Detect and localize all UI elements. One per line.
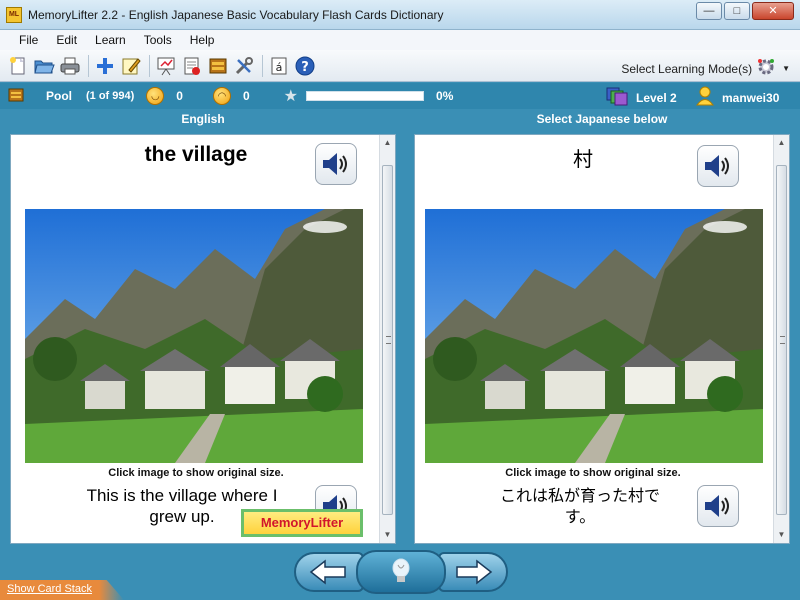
previous-card-button[interactable] xyxy=(294,552,364,592)
answer-card: 村 Click image to show original size. これは… xyxy=(414,134,790,544)
card-box-icon[interactable] xyxy=(206,54,230,78)
question-column-header: English xyxy=(181,112,225,126)
star-icon: ★ xyxy=(283,88,299,105)
menu-bar: File Edit Learn Tools Help xyxy=(0,30,800,50)
level-indicator: Level 2 xyxy=(606,86,677,109)
question-scrollbar[interactable]: ▲ ▼ xyxy=(379,135,395,543)
add-card-icon[interactable] xyxy=(93,54,117,78)
window-titlebar: ML MemoryLifter 2.2 - English Japanese B… xyxy=(0,0,800,30)
speaker-icon xyxy=(705,495,729,517)
menu-learn[interactable]: Learn xyxy=(86,33,135,47)
play-answer-audio-button[interactable] xyxy=(697,145,739,187)
arrow-left-icon xyxy=(309,559,346,585)
maximize-button[interactable]: □ xyxy=(724,2,750,20)
menu-edit[interactable]: Edit xyxy=(47,33,86,47)
toolbar-separator xyxy=(88,54,89,77)
new-document-icon[interactable] xyxy=(6,54,30,78)
hint-button[interactable] xyxy=(356,550,446,594)
close-button[interactable]: ✕ xyxy=(752,2,794,20)
arrow-right-icon xyxy=(456,559,493,585)
scroll-thumb[interactable] xyxy=(776,165,787,515)
level-label: Level 2 xyxy=(636,90,677,105)
play-word-audio-button[interactable] xyxy=(315,143,357,185)
toolbar-separator xyxy=(262,54,263,77)
happy-face-icon: ◡ xyxy=(146,87,165,105)
learning-mode-selector[interactable]: Select Learning Mode(s) ▼ xyxy=(621,57,790,80)
menu-tools[interactable]: Tools xyxy=(135,33,181,47)
wrong-count: 0 xyxy=(242,89,250,103)
username: manwei30 xyxy=(722,90,780,105)
next-card-button[interactable] xyxy=(438,552,508,592)
image-hint: Click image to show original size. xyxy=(108,467,284,479)
learning-mode-label: Select Learning Mode(s) xyxy=(621,61,753,76)
toolbar: á ? Select Learning Mode(s) ▼ xyxy=(0,50,800,82)
pool-indicator[interactable]: Pool (1 of 994) xyxy=(8,87,134,106)
play-answer-sentence-audio-button[interactable] xyxy=(697,485,739,527)
user-indicator: manwei30 xyxy=(696,86,779,109)
lightbulb-icon xyxy=(392,558,410,582)
gear-icon xyxy=(756,57,778,80)
svg-text:á: á xyxy=(276,61,283,74)
correct-count: 0 xyxy=(176,89,183,103)
progress-bar xyxy=(306,91,425,101)
show-card-stack-link[interactable]: Show Card Stack xyxy=(7,583,92,595)
settings-tools-icon[interactable] xyxy=(232,54,256,78)
question-image[interactable] xyxy=(25,209,363,463)
special-character-icon[interactable]: á xyxy=(267,54,291,78)
pool-count: (1 of 994) xyxy=(86,90,135,102)
svg-text:?: ? xyxy=(301,60,309,75)
edit-cards-icon[interactable] xyxy=(119,54,143,78)
navigation-bar xyxy=(0,548,800,600)
question-card: the village Click image to show original… xyxy=(10,134,396,544)
statistics-icon[interactable] xyxy=(180,54,204,78)
sad-face-icon: ◠ xyxy=(212,87,231,105)
image-hint: Click image to show original size. xyxy=(505,467,681,479)
user-icon xyxy=(696,86,714,109)
status-bar: Pool (1 of 994) ◡ 0 ◠ 0 ★ 0% Level 2 man… xyxy=(0,83,800,109)
example-sentence: これは私が育った村です。 xyxy=(499,486,660,526)
answer-scrollbar[interactable]: ▲ ▼ xyxy=(773,135,789,543)
answer-column-header: Select Japanese below xyxy=(536,112,668,126)
presentation-icon[interactable] xyxy=(154,54,178,78)
chevron-down-icon: ▼ xyxy=(782,64,790,73)
menu-help[interactable]: Help xyxy=(181,33,224,47)
open-folder-icon[interactable] xyxy=(32,54,56,78)
card-box-icon xyxy=(8,87,24,106)
print-icon[interactable] xyxy=(58,54,82,78)
window-title: MemoryLifter 2.2 - English Japanese Basi… xyxy=(28,8,444,22)
pool-label: Pool xyxy=(46,89,72,103)
menu-file[interactable]: File xyxy=(10,33,47,47)
answer-image[interactable] xyxy=(425,209,763,463)
scroll-up-icon[interactable]: ▲ xyxy=(774,135,789,151)
speaker-icon xyxy=(705,155,729,177)
show-card-stack-tab[interactable]: Show Card Stack xyxy=(0,580,124,600)
help-icon[interactable]: ? xyxy=(293,54,317,78)
scroll-up-icon[interactable]: ▲ xyxy=(380,135,395,151)
minimize-button[interactable]: — xyxy=(696,2,722,20)
boxes-icon xyxy=(606,86,628,109)
memorylifter-watermark: MemoryLifter xyxy=(241,509,363,537)
app-icon: ML xyxy=(6,7,22,23)
toolbar-separator xyxy=(149,54,150,77)
scroll-down-icon[interactable]: ▼ xyxy=(380,527,395,543)
speaker-icon xyxy=(323,153,347,175)
scroll-thumb[interactable] xyxy=(382,165,393,515)
scroll-down-icon[interactable]: ▼ xyxy=(774,527,789,543)
progress-text: 0% xyxy=(436,89,454,103)
